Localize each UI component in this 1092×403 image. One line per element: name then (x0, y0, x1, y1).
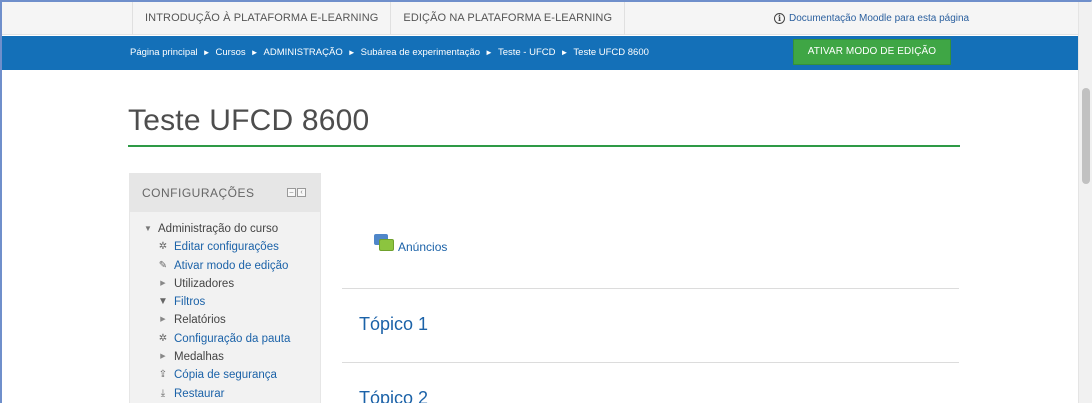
tree-item-turn-editing-on[interactable]: ✎ Ativar modo de edição (144, 257, 290, 275)
download-icon: ⤓ (160, 387, 166, 399)
pencil-icon: ✎ (158, 259, 168, 271)
moodle-docs-label: Documentação Moodle para esta página (789, 13, 970, 24)
tree-item-label: Relatórios (174, 314, 226, 327)
breadcrumb-current-course[interactable]: Teste UFCD 8600 (573, 36, 649, 70)
settings-block-header: CONFIGURAÇÕES – ‹ (130, 174, 320, 212)
custom-menu: INTRODUÇÃO À PLATAFORMA E-LEARNING EDIÇÃ… (132, 2, 626, 35)
scrollbar-thumb[interactable] (1082, 88, 1090, 184)
turn-editing-on-button[interactable]: ATIVAR MODO DE EDIÇÃO (793, 39, 951, 65)
vertical-scrollbar[interactable] (1078, 2, 1092, 403)
breadcrumb-separator-icon: ► (347, 48, 356, 57)
forum-icon (374, 234, 394, 252)
breadcrumb-teste-ufcd[interactable]: Teste - UFCD (498, 36, 556, 70)
section-divider (342, 362, 959, 363)
info-icon: i (774, 13, 785, 24)
page-title: Teste UFCD 8600 (128, 104, 370, 137)
caret-right-icon: ▶ (160, 353, 166, 361)
settings-block: CONFIGURAÇÕES – ‹ ▼ Administração do cur… (129, 173, 321, 403)
tree-item-label[interactable]: Filtros (174, 293, 205, 311)
breadcrumb: Página principal ► Cursos ► ADMINISTRAÇÃ… (130, 36, 649, 70)
breadcrumb-separator-icon: ► (250, 48, 259, 57)
minimize-block-icon[interactable]: – (287, 188, 296, 197)
tree-item-badges[interactable]: ▶ Medalhas (144, 348, 290, 366)
breadcrumb-subarea[interactable]: Subárea de experimentação (361, 36, 480, 70)
menu-item-introducao[interactable]: INTRODUÇÃO À PLATAFORMA E-LEARNING (132, 2, 392, 35)
caret-right-icon: ▶ (160, 279, 166, 287)
breadcrumb-administracao[interactable]: ADMINISTRAÇÃO (264, 36, 343, 70)
block-controls: – ‹ (287, 188, 306, 197)
moodle-docs-link[interactable]: i Documentação Moodle para esta página (774, 2, 969, 35)
tree-item-label[interactable]: Ativar modo de edição (174, 257, 288, 275)
breadcrumb-home[interactable]: Página principal (130, 36, 198, 70)
tree-item-label[interactable]: Restaurar (174, 385, 225, 403)
title-divider (128, 145, 960, 147)
section-title-topic-2[interactable]: Tópico 2 (359, 388, 428, 403)
tree-item-label[interactable]: Configuração da pauta (174, 330, 290, 348)
tree-item-restore[interactable]: ⤓ Restaurar (144, 385, 290, 403)
tree-item-backup[interactable]: ⇪ Cópia de segurança (144, 366, 290, 384)
upload-icon: ⇪ (158, 369, 168, 381)
tree-item-label[interactable]: Cópia de segurança (174, 366, 277, 384)
breadcrumb-separator-icon: ► (485, 48, 493, 57)
tree-item-label[interactable]: Editar configurações (174, 238, 279, 256)
caret-right-icon: ▶ (160, 316, 166, 324)
menu-item-edicao[interactable]: EDIÇÃO NA PLATAFORMA E-LEARNING (391, 2, 626, 35)
caret-down-icon: ▼ (144, 224, 152, 233)
tree-item-reports[interactable]: ▶ Relatórios (144, 311, 290, 329)
section-divider (342, 288, 959, 289)
tree-item-edit-settings[interactable]: ✲ Editar configurações (144, 238, 290, 256)
tree-item-label: Medalhas (174, 351, 224, 364)
tree-item-course-administration[interactable]: ▼ Administração do curso (144, 220, 290, 238)
gear-icon: ✲ (158, 332, 168, 344)
dock-block-icon[interactable]: ‹ (297, 188, 306, 197)
section-title-topic-1[interactable]: Tópico 1 (359, 314, 428, 335)
tree-item-filters[interactable]: ▼ Filtros (144, 293, 290, 311)
tree-item-gradebook-setup[interactable]: ✲ Configuração da pauta (144, 330, 291, 348)
tree-item-label: Utilizadores (174, 277, 235, 290)
gear-icon: ✲ (158, 241, 168, 253)
breadcrumb-separator-icon: ► (560, 48, 569, 57)
filter-icon: ▼ (158, 296, 168, 308)
breadcrumb-bar: Página principal ► Cursos ► ADMINISTRAÇÃ… (2, 36, 1078, 70)
settings-tree: ▼ Administração do curso ✲ Editar config… (144, 220, 290, 403)
tree-item-users[interactable]: ▶ Utilizadores (144, 275, 290, 293)
top-navigation: INTRODUÇÃO À PLATAFORMA E-LEARNING EDIÇÃ… (2, 2, 1078, 35)
announcements-link[interactable]: Anúncios (398, 240, 447, 254)
breadcrumb-cursos[interactable]: Cursos (216, 36, 246, 70)
settings-block-title: CONFIGURAÇÕES (142, 186, 255, 200)
breadcrumb-separator-icon: ► (202, 48, 211, 57)
announcements-activity[interactable]: Anúncios (374, 232, 447, 254)
